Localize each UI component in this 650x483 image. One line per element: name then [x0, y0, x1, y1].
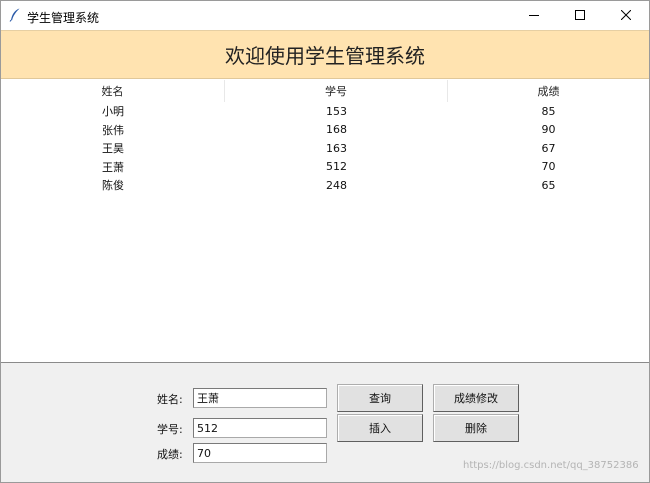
close-icon [620, 9, 632, 23]
close-button[interactable] [603, 1, 649, 30]
cell-name: 王昊 [102, 142, 124, 156]
delete-button[interactable]: 删除 [433, 414, 519, 442]
score-label: 成绩: [157, 448, 183, 461]
cell-name: 陈俊 [102, 179, 124, 193]
table-body: 小明 153 85 张伟 168 90 王昊 163 67 王萧 512 70 … [1, 102, 649, 195]
window-title: 学生管理系统 [27, 11, 100, 25]
insert-button[interactable]: 插入 [337, 414, 423, 442]
cell-id: 168 [326, 123, 347, 137]
cell-id: 163 [326, 141, 347, 155]
score-input[interactable] [193, 443, 327, 463]
banner-title: 欢迎使用学生管理系统 [225, 44, 425, 68]
name-label: 姓名: [157, 393, 183, 406]
cell-score: 90 [541, 123, 556, 137]
modify-score-button[interactable]: 成绩修改 [433, 384, 519, 412]
cell-name: 张伟 [102, 123, 124, 137]
table-row[interactable]: 王萧 512 70 [1, 158, 649, 177]
cell-name: 小明 [102, 105, 124, 119]
query-button[interactable]: 查询 [337, 384, 423, 412]
cell-id: 248 [326, 178, 347, 192]
cell-score: 70 [541, 160, 556, 174]
table-row[interactable]: 小明 153 85 [1, 102, 649, 121]
minimize-button[interactable] [511, 1, 557, 30]
column-header-name[interactable]: 姓名 [1, 80, 225, 102]
cell-id: 512 [326, 160, 347, 174]
table-header: 姓名 学号 成绩 [1, 80, 649, 102]
watermark: https://blog.csdn.net/qq_38752386 [463, 460, 639, 471]
cell-name: 王萧 [102, 160, 124, 174]
id-input[interactable] [193, 418, 327, 438]
cell-score: 65 [541, 178, 556, 192]
name-input[interactable] [193, 388, 327, 408]
cell-score: 67 [541, 141, 556, 155]
table-row[interactable]: 王昊 163 67 [1, 139, 649, 158]
minimize-icon [529, 9, 539, 23]
table-row[interactable]: 陈俊 248 65 [1, 176, 649, 195]
cell-id: 153 [326, 104, 347, 118]
maximize-button[interactable] [557, 1, 603, 30]
feather-icon [9, 8, 21, 22]
welcome-banner: 欢迎使用学生管理系统 [1, 30, 649, 79]
title-bar[interactable]: 学生管理系统 [1, 1, 649, 30]
cell-score: 85 [541, 104, 556, 118]
column-header-score[interactable]: 成绩 [448, 80, 649, 102]
table-row[interactable]: 张伟 168 90 [1, 121, 649, 140]
maximize-icon [575, 9, 585, 23]
column-header-id[interactable]: 学号 [225, 80, 448, 102]
student-table[interactable]: 姓名 学号 成绩 小明 153 85 张伟 168 90 王昊 163 67 王… [1, 80, 649, 363]
id-label: 学号: [157, 423, 183, 436]
app-window: 学生管理系统 欢迎使用学生管理系统 姓名 学号 成绩 小明 153 85 张伟 … [0, 0, 650, 483]
